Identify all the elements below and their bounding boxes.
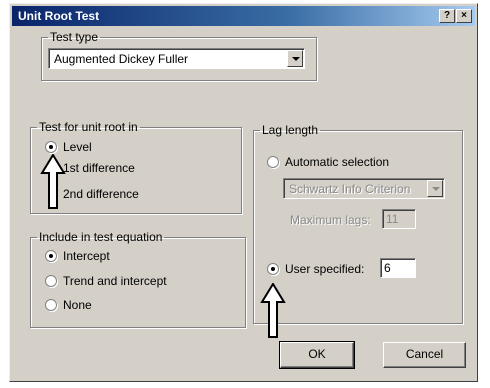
include-legend: Include in test equation [39,230,163,244]
chevron-down-icon[interactable] [287,50,303,67]
none-radio[interactable] [45,299,57,311]
criterion-dropdown: Schwartz Info Criterion [283,178,445,199]
trend-intercept-label[interactable]: Trend and intercept [63,274,167,288]
level-radio[interactable] [45,141,57,153]
automatic-selection-label[interactable]: Automatic selection [285,155,389,169]
up-arrow-icon [40,154,66,209]
lag-length-legend: Lag length [262,123,319,137]
none-label[interactable]: None [63,298,92,312]
help-button[interactable]: ? [439,9,455,23]
up-arrow-icon [260,283,286,338]
cancel-button[interactable]: Cancel [383,342,466,368]
user-specified-radio[interactable] [267,263,279,275]
criterion-value: Schwartz Info Criterion [289,182,411,196]
unit-root-test-dialog: Unit Root Test ? × Test type Augmented D… [9,3,478,382]
first-difference-label[interactable]: 1st difference [63,161,135,175]
title-bar[interactable]: Unit Root Test ? × [12,6,475,26]
window-title: Unit Root Test [18,9,100,23]
user-specified-field[interactable]: 6 [380,258,416,278]
intercept-radio[interactable] [45,250,57,262]
close-button[interactable]: × [456,9,472,23]
chevron-down-icon [427,180,443,197]
intercept-label[interactable]: Intercept [63,249,110,263]
unit-root-legend: Test for unit root in [39,120,138,134]
trend-intercept-radio[interactable] [45,275,57,287]
max-lags-field: 11 [382,209,416,229]
max-lags-label: Maximum lags: [290,213,371,227]
automatic-selection-radio[interactable] [267,156,279,168]
test-type-value: Augmented Dickey Fuller [54,52,189,66]
ok-button[interactable]: OK [279,341,355,369]
test-type-dropdown[interactable]: Augmented Dickey Fuller [48,48,305,69]
test-type-legend: Test type [50,30,99,44]
second-difference-label[interactable]: 2nd difference [63,187,139,201]
level-label[interactable]: Level [63,140,92,154]
user-specified-label[interactable]: User specified: [285,262,364,276]
